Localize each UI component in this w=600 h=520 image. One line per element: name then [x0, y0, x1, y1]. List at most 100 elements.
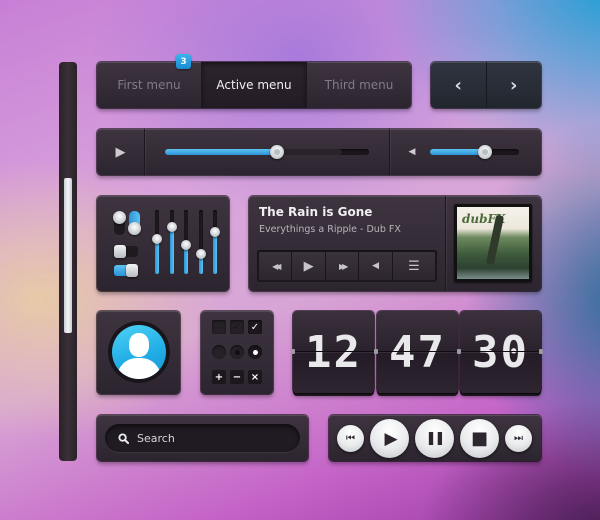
play-icon: ▶ [303, 258, 314, 274]
search-icon [118, 432, 129, 444]
menu-item-label: Third menu [324, 78, 394, 92]
plus-icon: + [214, 371, 224, 383]
minutes-digits: 47 [389, 326, 446, 378]
next-button[interactable]: › [487, 62, 542, 108]
user-silhouette-icon [112, 325, 166, 379]
skip-back-button[interactable]: ⏮ [337, 425, 364, 452]
search-panel [97, 415, 308, 461]
search-field[interactable] [105, 424, 300, 452]
divider [144, 129, 145, 175]
track-artist-album: Everythings a Ripple - Dub FX [259, 224, 401, 235]
close-icon: × [250, 371, 260, 383]
album-cover-image: dubFX [457, 207, 529, 279]
radio-selected-dim[interactable] [230, 345, 244, 359]
equalizer-panel [97, 196, 229, 291]
eq-slider-fill [155, 238, 159, 274]
progress-fill [165, 149, 278, 155]
rewind-icon: ◀◀ [272, 261, 281, 271]
eq-slider-knob[interactable] [166, 221, 177, 232]
speaker-icon: ◀ [372, 261, 380, 271]
eq-slider-fill [169, 226, 174, 274]
skip-forward-icon: ⏭ [514, 433, 523, 444]
eq-slider-knob[interactable] [181, 240, 191, 251]
volume-icon[interactable]: ◀ [405, 144, 419, 160]
track-title: The Rain is Gone [259, 205, 373, 219]
hinge [539, 349, 543, 354]
pause-icon: ❚❚ [425, 431, 446, 446]
menu-item-first[interactable]: First menu 3 [97, 54, 202, 108]
eq-slider-knob[interactable] [152, 233, 162, 244]
eq-slider-4[interactable] [195, 210, 206, 274]
skip-forward-button[interactable]: ⏭ [505, 425, 532, 452]
avatar-body [117, 358, 161, 379]
pause-button[interactable]: ❚❚ [415, 419, 454, 458]
close-button[interactable]: × [248, 370, 262, 384]
stop-icon: ■ [470, 428, 488, 449]
scrollbar-thumb[interactable] [64, 177, 72, 334]
previous-button[interactable]: ‹ [431, 62, 487, 108]
eq-slider-knob[interactable] [210, 227, 220, 238]
volume-knob[interactable] [478, 145, 493, 159]
menu-bar: First menu 3 Active menu Third menu [97, 54, 411, 108]
toggle-knob [113, 211, 126, 224]
hinge [457, 349, 461, 354]
menu-item-label: Active menu [216, 78, 292, 92]
volume-slider[interactable] [430, 145, 519, 159]
add-button[interactable]: + [212, 370, 226, 384]
seek-slider[interactable] [165, 145, 369, 159]
menu-item-active[interactable]: Active menu [202, 62, 307, 108]
stop-button[interactable]: ■ [460, 419, 499, 458]
checkbox-checked-dim[interactable]: ✓ [230, 320, 244, 334]
checkbox-unchecked[interactable] [212, 320, 226, 334]
radio-dot [252, 349, 258, 355]
checkbox-checked[interactable]: ✓ [248, 320, 262, 334]
transport-controls: ⏮ ▶ ❚❚ ■ ⏭ [329, 415, 541, 461]
remove-button[interactable]: − [230, 370, 244, 384]
play-icon: ▶ [384, 428, 398, 449]
chevron-right-icon: › [510, 74, 518, 96]
vertical-toggle-off[interactable] [113, 211, 126, 235]
eq-slider-2[interactable] [166, 210, 177, 274]
volume-button[interactable]: ◀ [359, 252, 393, 280]
menu-lines-icon: ☰ [408, 258, 420, 274]
playlist-button[interactable]: ☰ [392, 252, 435, 280]
vertical-toggle-on[interactable] [128, 211, 141, 235]
play-button[interactable]: ▶ [97, 129, 144, 175]
play-button[interactable]: ▶ [292, 252, 326, 280]
album-art: dubFX [454, 204, 532, 282]
vertical-scrollbar[interactable] [59, 62, 77, 461]
clock-minutes: 47 [374, 311, 458, 393]
avatar-head [129, 333, 149, 357]
toggle-knob [114, 245, 126, 258]
menu-item-third[interactable]: Third menu [307, 62, 411, 108]
pager-arrows: ‹ › [431, 62, 541, 108]
notification-badge: 3 [176, 54, 191, 69]
check-icon: ✓ [250, 321, 260, 333]
toggle-knob [128, 222, 141, 235]
hinge [291, 349, 295, 354]
radio-unselected[interactable] [212, 345, 226, 359]
horizontal-toggle-on[interactable] [114, 264, 138, 277]
play-icon: ▶ [115, 144, 126, 160]
eq-slider-fill [213, 232, 217, 274]
eq-slider-knob[interactable] [195, 248, 206, 259]
volume-fill [430, 149, 486, 155]
hours-digits: 12 [305, 326, 362, 378]
eq-slider-5[interactable] [210, 210, 220, 274]
seek-knob[interactable] [270, 145, 285, 159]
check-icon: ✓ [232, 321, 242, 333]
minus-icon: − [232, 371, 242, 383]
music-player: The Rain is Gone Everythings a Ripple - … [249, 196, 541, 291]
radio-selected[interactable] [248, 345, 262, 359]
play-button[interactable]: ▶ [370, 419, 409, 458]
eq-slider-3[interactable] [181, 210, 191, 274]
avatar[interactable] [108, 321, 170, 383]
form-controls-panel: ✓ ✓ + − × [201, 311, 273, 394]
horizontal-toggle-off[interactable] [114, 245, 138, 258]
search-input[interactable] [137, 431, 277, 445]
menu-item-label: First menu [117, 78, 181, 92]
player-controls: ◀◀ ▶ ▶▶ ◀ ☰ [257, 250, 437, 282]
eq-slider-1[interactable] [152, 210, 162, 274]
fast-forward-button[interactable]: ▶▶ [325, 252, 360, 280]
rewind-button[interactable]: ◀◀ [259, 252, 293, 280]
